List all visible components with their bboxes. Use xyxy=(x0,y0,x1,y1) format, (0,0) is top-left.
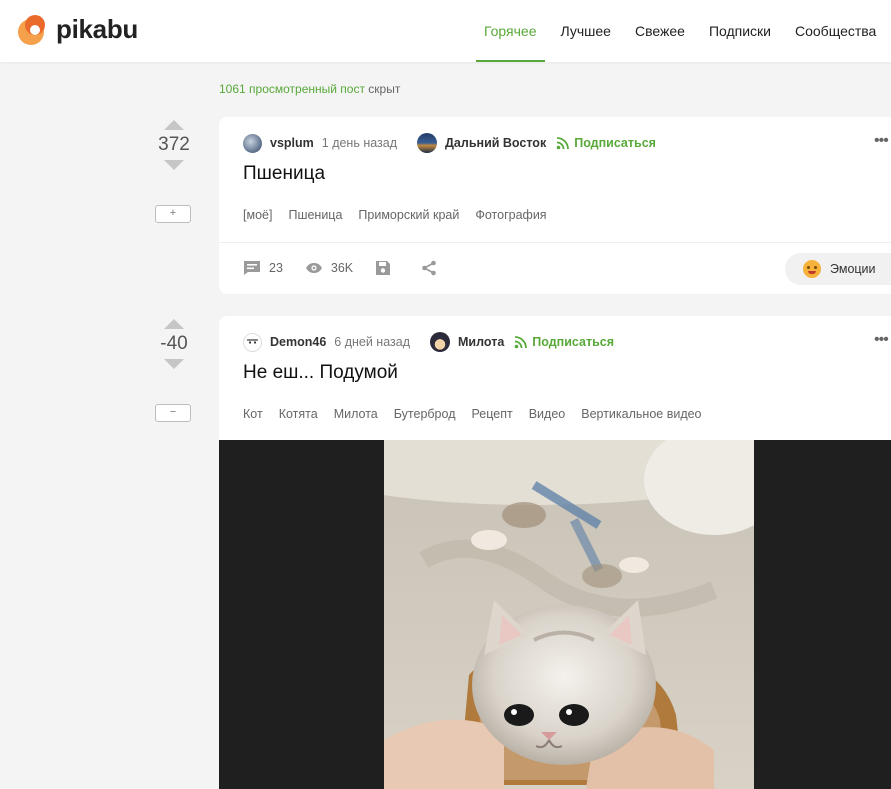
views-counter: 36K xyxy=(305,261,353,275)
tag[interactable]: Милота xyxy=(334,407,378,421)
tag[interactable]: Фотография xyxy=(475,208,546,222)
nav-subscriptions[interactable]: Подписки xyxy=(701,0,779,62)
post-2-collapse-button[interactable]: − xyxy=(155,404,191,422)
views-count: 36K xyxy=(330,261,354,275)
logo-text: pikabu xyxy=(56,14,138,44)
more-dots-icon[interactable]: ••• xyxy=(874,133,889,149)
post-1-expand-button[interactable]: + xyxy=(155,205,191,223)
nav-fresh[interactable]: Свежее xyxy=(627,0,693,62)
post-1-time: 1 день назад xyxy=(321,136,398,150)
tag[interactable]: [моё] xyxy=(243,208,272,222)
save-button[interactable] xyxy=(375,260,399,276)
video-player[interactable] xyxy=(219,440,891,789)
upvote-icon[interactable] xyxy=(164,319,184,329)
downvote-icon[interactable] xyxy=(164,160,184,170)
share-button[interactable] xyxy=(421,260,445,276)
downvote-icon[interactable] xyxy=(164,359,184,369)
post-2-time: 6 дней назад xyxy=(334,335,411,349)
eye-icon xyxy=(305,263,322,273)
logo-icon xyxy=(18,14,48,45)
emotions-label: Эмоции xyxy=(830,262,876,276)
community-avatar[interactable] xyxy=(417,133,438,153)
main-nav: Горячее Лучшее Свежее Подписки Сообществ… xyxy=(476,0,891,62)
comments-count: 23 xyxy=(269,261,283,275)
kitten-video-still xyxy=(384,440,754,789)
hidden-posts-link[interactable]: 1061 просмотренный пост xyxy=(219,82,365,96)
post-card-2: Demon46 6 дней назад Милота Подписаться … xyxy=(219,316,891,789)
tag[interactable]: Бутерброд xyxy=(394,407,456,421)
video-frame xyxy=(384,440,754,789)
post-2-title[interactable]: Не еш... Подумой xyxy=(243,362,398,384)
tag[interactable]: Котята xyxy=(279,407,318,421)
post-1-subscribe-label: Подписаться xyxy=(574,136,656,150)
author-avatar[interactable] xyxy=(243,133,262,153)
comments-button[interactable]: 23 xyxy=(243,260,283,276)
site-header: pikabu Горячее Лучшее Свежее Подписки Со… xyxy=(0,0,891,62)
post-2-author[interactable]: Demon46 xyxy=(270,335,326,349)
emotions-button[interactable]: Эмоции xyxy=(785,253,891,285)
author-avatar[interactable] xyxy=(243,332,262,352)
post-2-community[interactable]: Милота xyxy=(458,335,504,349)
post-2-rating: -40 xyxy=(160,333,188,354)
upvote-icon[interactable] xyxy=(164,120,184,130)
post-1-community[interactable]: Дальний Восток xyxy=(445,136,546,150)
post-1-rating: 372 xyxy=(158,134,190,155)
more-dots-icon[interactable]: ••• xyxy=(874,332,889,348)
post-1-author[interactable]: vsplum xyxy=(270,136,314,150)
hidden-posts-suffix: скрыт xyxy=(364,82,401,96)
rss-icon xyxy=(514,335,528,348)
post-1-tags: [моё] Пшеница Приморский край Фотография xyxy=(243,208,547,222)
tag[interactable]: Пшеница xyxy=(288,208,342,222)
tag[interactable]: Вертикальное видео xyxy=(581,407,701,421)
nav-best[interactable]: Лучшее xyxy=(553,0,619,62)
community-avatar[interactable] xyxy=(430,332,451,352)
rss-icon xyxy=(556,136,570,149)
post-1-header: vsplum 1 день назад Дальний Восток Подпи… xyxy=(243,133,656,153)
post-2-header: Demon46 6 дней назад Милота Подписаться xyxy=(243,332,614,352)
site-logo[interactable]: pikabu xyxy=(18,14,138,45)
post-1-subscribe-button[interactable]: Подписаться xyxy=(556,136,656,150)
post-2-subscribe-label: Подписаться xyxy=(532,335,615,349)
save-icon xyxy=(376,261,391,275)
tag[interactable]: Рецепт xyxy=(471,407,512,421)
comment-icon xyxy=(244,261,260,275)
face-icon xyxy=(247,339,258,344)
post-1-title[interactable]: Пшеница xyxy=(243,163,325,185)
tag[interactable]: Кот xyxy=(243,407,263,421)
share-icon xyxy=(422,260,436,276)
nav-communities[interactable]: Сообщества xyxy=(787,0,884,62)
tag[interactable]: Приморский край xyxy=(358,208,459,222)
post-2-votes: -40 xyxy=(144,319,204,369)
card-divider xyxy=(219,242,891,243)
emoji-icon xyxy=(803,260,821,278)
tag[interactable]: Видео xyxy=(529,407,566,421)
post-2-subscribe-button[interactable]: Подписаться xyxy=(514,335,614,349)
post-1-footer: 23 36K xyxy=(243,260,467,276)
post-2-tags: Кот Котята Милота Бутерброд Рецепт Видео… xyxy=(243,407,702,421)
post-1-votes: 372 xyxy=(144,120,204,170)
hidden-posts-notice: 1061 просмотренный пост скрыт xyxy=(219,82,400,96)
nav-hot[interactable]: Горячее xyxy=(476,0,545,62)
post-card-1: vsplum 1 день назад Дальний Восток Подпи… xyxy=(219,117,891,294)
